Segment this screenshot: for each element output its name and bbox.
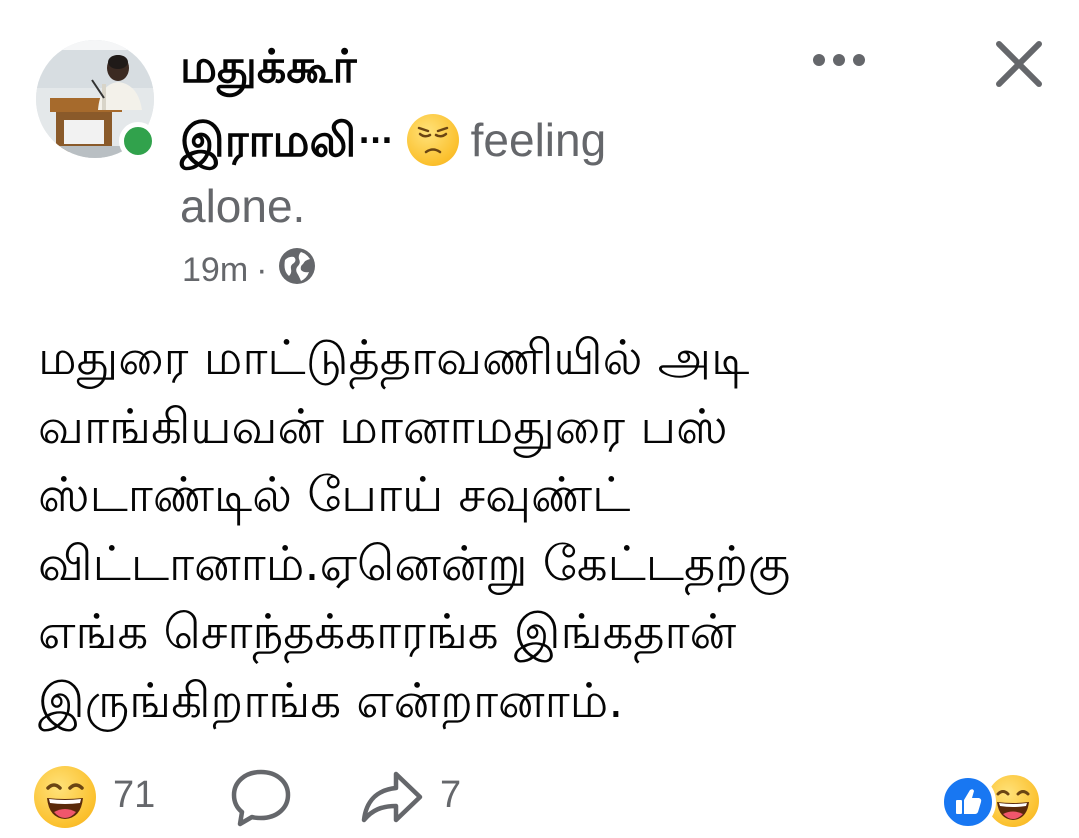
close-button[interactable] [985,30,1053,98]
more-dots-icon [813,54,865,66]
post-text: மதுரை மாட்டுத்தாவணியில் அடி வாங்கியவன் ம… [38,324,1048,735]
close-icon [996,41,1042,87]
post-text-line: ஸ்டாண்டில் போய் சவுண்ட் [38,467,631,523]
author-name[interactable]: மதுக்கூர் [180,32,357,100]
post-text-line: விட்டானாம்.ஏனென்று கேட்டதற்கு [38,535,791,592]
like-icon[interactable] [940,774,996,830]
share-button[interactable] [360,768,424,826]
post-footer: 71 7 [0,762,1079,832]
feeling-state: alone. [180,180,306,232]
share-arrow-icon [361,771,423,823]
post-meta: 19m · [182,246,317,295]
author-name-continued[interactable]: இராமலி [180,106,356,174]
haha-emoji[interactable] [34,766,96,828]
globe-icon [277,246,317,295]
feeling-word: feeling [470,114,607,166]
author-name-ellipsis: ... [358,116,393,151]
more-options-button[interactable] [806,40,872,80]
post-text-line: எங்க சொந்தக்காரங்க இங்கதான் [38,604,737,660]
comment-button[interactable] [228,766,294,828]
reaction-count[interactable]: 71 [113,774,155,817]
comment-bubble-icon [231,769,291,827]
share-count[interactable]: 7 [440,774,461,817]
online-status-indicator [119,122,157,160]
post-text-line: வாங்கியவன் மானாமதுரை பஸ் [38,398,728,455]
sad-face-emoji [406,114,459,166]
post-text-line: இருங்கிறாங்க என்றானாம். [38,672,624,729]
post-text-line: மதுரை மாட்டுத்தாவணியில் அடி [38,330,750,386]
post-timestamp[interactable]: 19m [182,251,248,290]
meta-separator: · [256,251,268,289]
